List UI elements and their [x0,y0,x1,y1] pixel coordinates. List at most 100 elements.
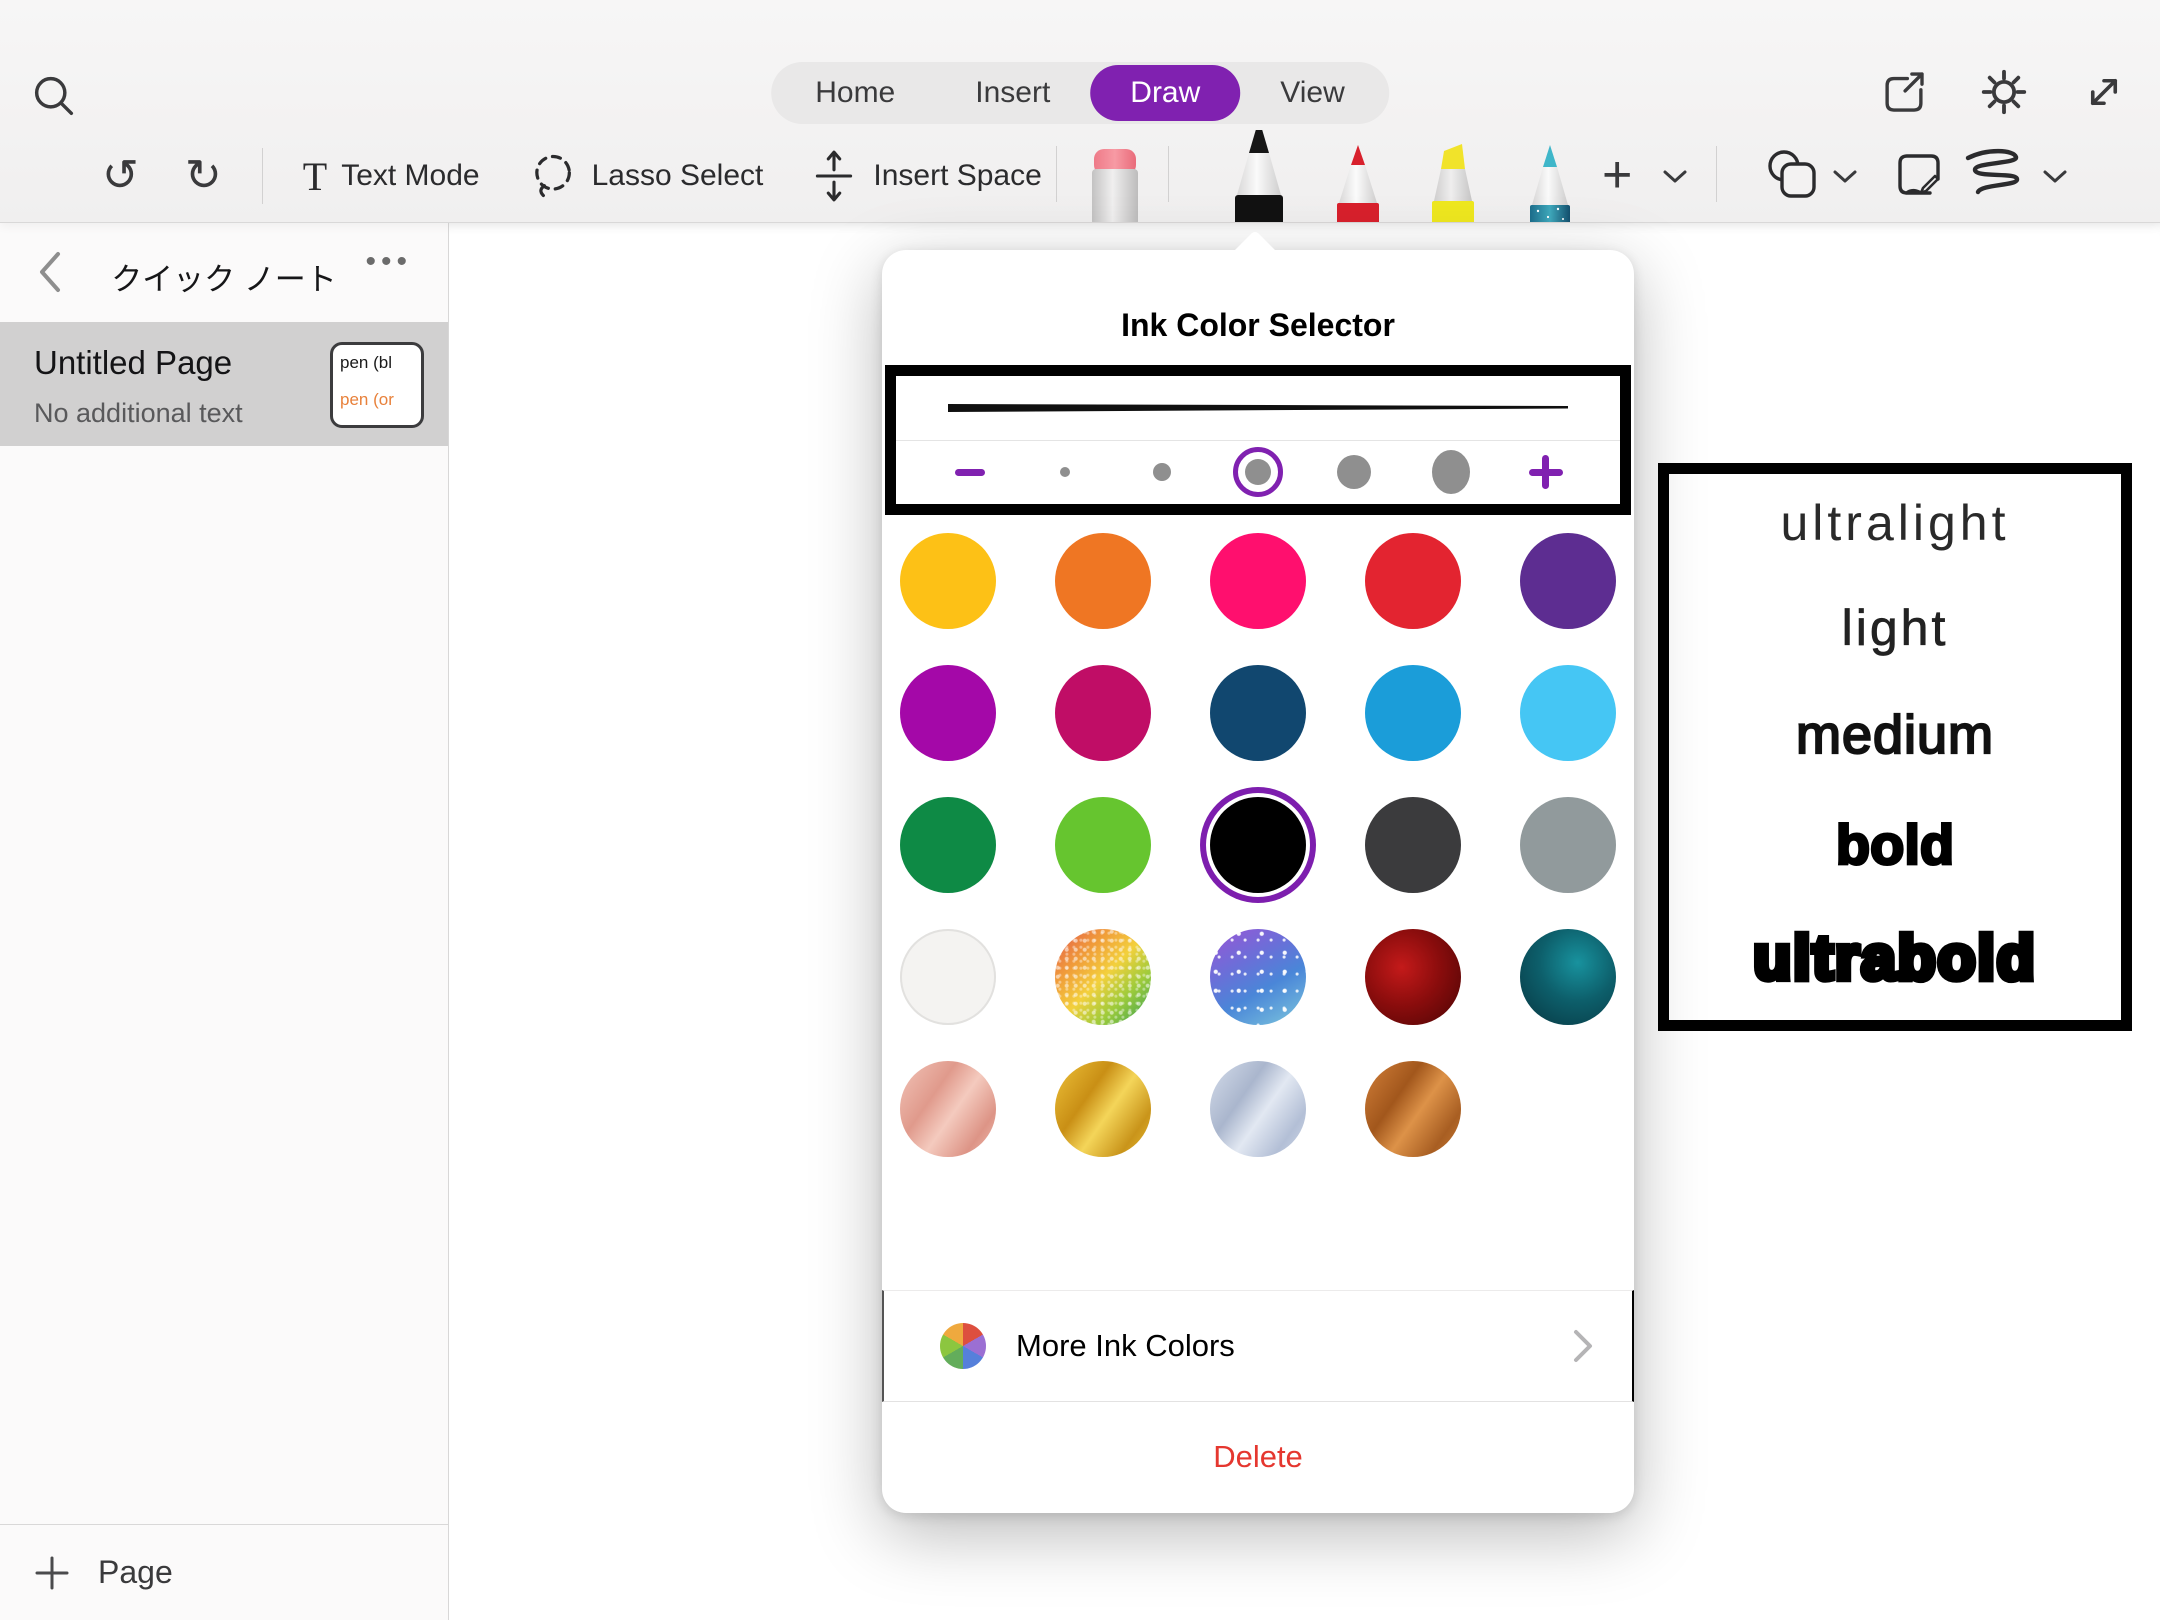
toolbar-divider [1056,146,1057,202]
thickness-selector [885,365,1631,515]
pen-red-icon [1326,143,1390,222]
color-swatch-white[interactable] [900,929,996,1025]
share-icon [1877,65,1931,119]
plus-icon [34,1555,70,1591]
delete-pen-button[interactable]: Delete [882,1403,1634,1511]
pages-sidebar: クイック ノート ••• Untitled Page No additional… [0,222,449,1620]
chevron-down-icon[interactable] [1832,168,1858,184]
ink-replay-button[interactable] [1890,146,1948,204]
ink-to-shape-button[interactable] [1962,148,2028,200]
undo-button[interactable]: ↺ [96,153,145,199]
shapes-icon [1762,146,1822,204]
shapes-button[interactable] [1762,146,1822,204]
page-list-item-selected[interactable]: Untitled Page No additional text pen (bl… [0,322,448,446]
more-ink-colors-label: More Ink Colors [1016,1328,1235,1364]
page-thumbnail: pen (bl pen (or [330,342,424,428]
pencil-galaxy-icon [1518,143,1582,222]
weight-sample-medium: medium [1796,708,1994,762]
add-page-label: Page [98,1554,173,1591]
draw-toolbar: ↺ ↻ T Text Mode Lasso Select [0,130,2160,222]
expand-arrows-icon [2077,65,2131,119]
delete-label: Delete [1213,1439,1303,1475]
color-swatch-purple[interactable] [1520,533,1616,629]
color-swatch-rainbow-glitter[interactable] [1055,929,1151,1025]
text-mode-button[interactable]: T Text Mode [297,152,486,201]
redo-button[interactable]: ↻ [179,153,228,199]
color-swatch-navy-blue[interactable] [1210,665,1306,761]
weight-sample-light: light [1842,603,1949,653]
color-swatch-violet[interactable] [900,665,996,761]
thickness-dot-4[interactable] [1329,447,1379,497]
thickness-increase-button[interactable] [1522,448,1570,496]
color-swatch-lava-red[interactable] [1365,929,1461,1025]
gear-icon [1977,65,2031,119]
page-subtitle: No additional text [34,398,243,429]
color-swatch-silver[interactable] [1210,1061,1306,1157]
color-swatch-galaxy[interactable] [1210,929,1306,1025]
color-swatch-rose-gold[interactable] [900,1061,996,1157]
text-mode-icon: T [303,153,327,200]
search-button[interactable] [24,66,84,126]
thickness-decrease-button[interactable] [946,448,994,496]
page-with-pen-icon [1890,146,1948,204]
eraser-icon [1084,147,1146,222]
color-swatch-yellow[interactable] [900,533,996,629]
thickness-dot-2[interactable] [1137,447,1187,497]
ink-color-selector-popup: Ink Color Selector More Ink Colors Delet… [882,250,1634,1513]
fullscreen-button[interactable] [2076,64,2132,120]
add-page-button[interactable]: Page [0,1524,448,1620]
color-swatch-bronze[interactable] [1365,1061,1461,1157]
chrome-actions [1876,64,2132,120]
add-pen-button[interactable]: + [1596,148,1638,202]
thumbnail-text-orange: pen (or [333,391,421,408]
color-swatch-black[interactable] [1210,797,1306,893]
thickness-dot-1[interactable] [1040,447,1090,497]
lasso-select-button[interactable]: Lasso Select [520,149,770,203]
color-wheel-icon [940,1323,986,1369]
color-swatch-red[interactable] [1365,533,1461,629]
tab-home[interactable]: Home [775,65,935,121]
color-swatch-green[interactable] [900,797,996,893]
pencil-galaxy-tool[interactable] [1518,143,1582,222]
lasso-icon [526,150,578,202]
thickness-dot-3[interactable] [1233,447,1283,497]
chevron-down-icon[interactable] [1662,168,1688,184]
thumbnail-text-black: pen (bl [333,354,421,371]
more-ink-colors-button[interactable]: More Ink Colors [882,1290,1634,1402]
sidebar-header: クイック ノート ••• [0,222,448,322]
thickness-dot-row [896,441,1620,505]
chevron-right-icon [1572,1328,1594,1364]
eraser-tool[interactable] [1084,147,1146,222]
color-swatch-pink[interactable] [1210,533,1306,629]
color-swatch-light-green[interactable] [1055,797,1151,893]
color-swatch-dark-pink[interactable] [1055,665,1151,761]
tab-insert[interactable]: Insert [935,65,1090,121]
weight-sample-ultrabold: ultrabold [1753,928,2036,990]
insert-space-button[interactable]: Insert Space [803,147,1047,205]
lasso-select-label: Lasso Select [592,159,764,193]
color-swatch-light-blue[interactable] [1520,665,1616,761]
color-swatch-ocean-teal[interactable] [1520,929,1616,1025]
color-swatch-dark-gray[interactable] [1365,797,1461,893]
pen-black-icon [1222,130,1296,222]
thickness-dot-5[interactable] [1426,447,1476,497]
highlighter-icon [1420,143,1486,222]
pen-red-tool[interactable] [1326,143,1390,222]
weight-sample-bold: bold [1836,817,1954,873]
color-swatch-gold[interactable] [1055,1061,1151,1157]
highlighter-yellow-tool[interactable] [1420,143,1486,222]
share-button[interactable] [1876,64,1932,120]
tab-view[interactable]: View [1240,65,1384,121]
settings-button[interactable] [1976,64,2032,120]
color-swatch-orange[interactable] [1055,533,1151,629]
insert-space-icon [809,148,859,204]
pen-black-tool[interactable] [1222,130,1296,222]
color-swatch-gray[interactable] [1520,797,1616,893]
color-swatch-blue[interactable] [1365,665,1461,761]
tab-draw[interactable]: Draw [1090,65,1240,121]
chevron-down-icon[interactable] [2042,168,2068,184]
more-options-button[interactable]: ••• [359,244,418,280]
ribbon-tabs: HomeInsertDrawView [771,62,1389,124]
text-mode-label: Text Mode [341,159,479,193]
scribble-icon [1962,148,2028,200]
